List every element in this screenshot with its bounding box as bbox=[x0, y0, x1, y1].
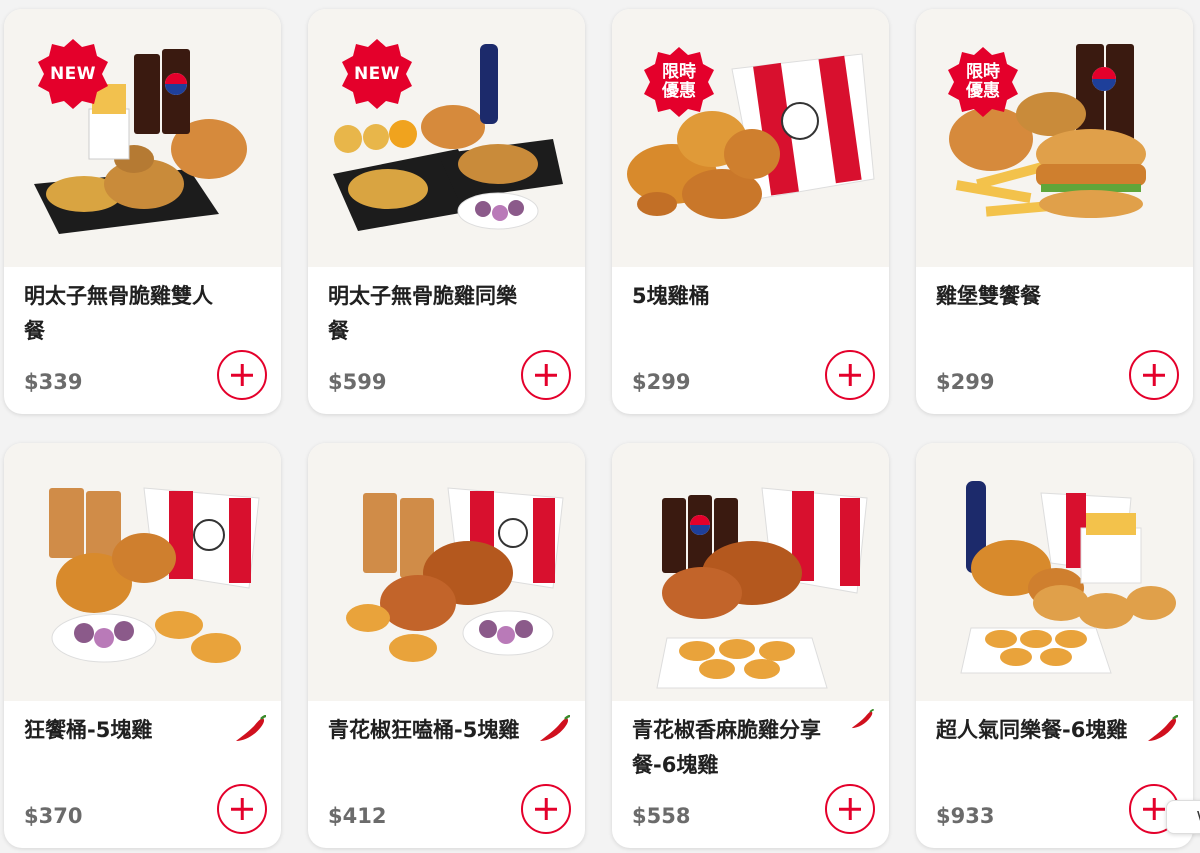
product-image[interactable] bbox=[4, 443, 281, 701]
add-to-cart-button[interactable] bbox=[217, 350, 267, 400]
product-image[interactable]: NEW bbox=[308, 9, 585, 267]
product-card[interactable]: NEW 明太子無骨脆雞同樂餐 $599 bbox=[308, 9, 585, 414]
limited-offer-badge: 限時 優惠 bbox=[948, 47, 1018, 117]
product-card[interactable]: 限時 優惠 雞堡雙饗餐 $299 bbox=[916, 9, 1193, 414]
product-grid: NEW 明太子無骨脆雞雙人餐 $339 NEW 明太子無骨脆雞同樂餐 $599 … bbox=[4, 9, 1193, 848]
chat-widget-button[interactable]: We bbox=[1166, 800, 1200, 834]
add-to-cart-button[interactable] bbox=[521, 784, 571, 834]
product-price: $339 bbox=[24, 370, 83, 394]
product-image[interactable]: 限時 優惠 bbox=[916, 9, 1193, 267]
product-price: $558 bbox=[632, 804, 691, 828]
product-image[interactable] bbox=[612, 443, 889, 701]
new-badge: NEW bbox=[38, 39, 108, 109]
chili-pepper-icon bbox=[233, 714, 267, 745]
chili-pepper-icon bbox=[849, 708, 875, 731]
product-image[interactable] bbox=[916, 443, 1193, 701]
new-badge: NEW bbox=[342, 39, 412, 109]
product-name: 超人氣同樂餐-6塊雞 bbox=[936, 718, 1128, 742]
product-image[interactable]: NEW bbox=[4, 9, 281, 267]
product-name: 狂饗桶-5塊雞 bbox=[24, 718, 153, 742]
product-name: 雞堡雙饗餐 bbox=[936, 284, 1041, 308]
product-name: 青花椒狂嗑桶-5塊雞 bbox=[328, 718, 520, 742]
add-to-cart-button[interactable] bbox=[1129, 350, 1179, 400]
product-price: $299 bbox=[936, 370, 995, 394]
add-to-cart-button[interactable] bbox=[217, 784, 267, 834]
product-image[interactable]: 限時 優惠 bbox=[612, 9, 889, 267]
product-name: 明太子無骨脆雞同樂餐 bbox=[328, 284, 517, 343]
limited-offer-badge: 限時 優惠 bbox=[644, 47, 714, 117]
product-price: $599 bbox=[328, 370, 387, 394]
product-card[interactable]: 限時 優惠 5塊雞桶 $299 bbox=[612, 9, 889, 414]
product-card[interactable]: 青花椒狂嗑桶-5塊雞 $412 bbox=[308, 443, 585, 848]
chili-pepper-icon bbox=[537, 714, 571, 745]
product-name: 5塊雞桶 bbox=[632, 284, 710, 308]
add-to-cart-button[interactable] bbox=[825, 784, 875, 834]
product-card[interactable]: 青花椒香麻脆雞分享餐-6塊雞 $558 bbox=[612, 443, 889, 848]
product-card[interactable]: NEW 明太子無骨脆雞雙人餐 $339 bbox=[4, 9, 281, 414]
chili-pepper-icon bbox=[1145, 714, 1179, 745]
product-price: $412 bbox=[328, 804, 387, 828]
product-name: 青花椒香麻脆雞分享餐-6塊雞 bbox=[632, 718, 821, 777]
product-price: $933 bbox=[936, 804, 995, 828]
add-to-cart-button[interactable] bbox=[521, 350, 571, 400]
product-image[interactable] bbox=[308, 443, 585, 701]
product-name: 明太子無骨脆雞雙人餐 bbox=[24, 284, 213, 343]
product-card[interactable]: 超人氣同樂餐-6塊雞 $933 bbox=[916, 443, 1193, 848]
product-price: $370 bbox=[24, 804, 83, 828]
product-price: $299 bbox=[632, 370, 691, 394]
product-card[interactable]: 狂饗桶-5塊雞 $370 bbox=[4, 443, 281, 848]
add-to-cart-button[interactable] bbox=[825, 350, 875, 400]
